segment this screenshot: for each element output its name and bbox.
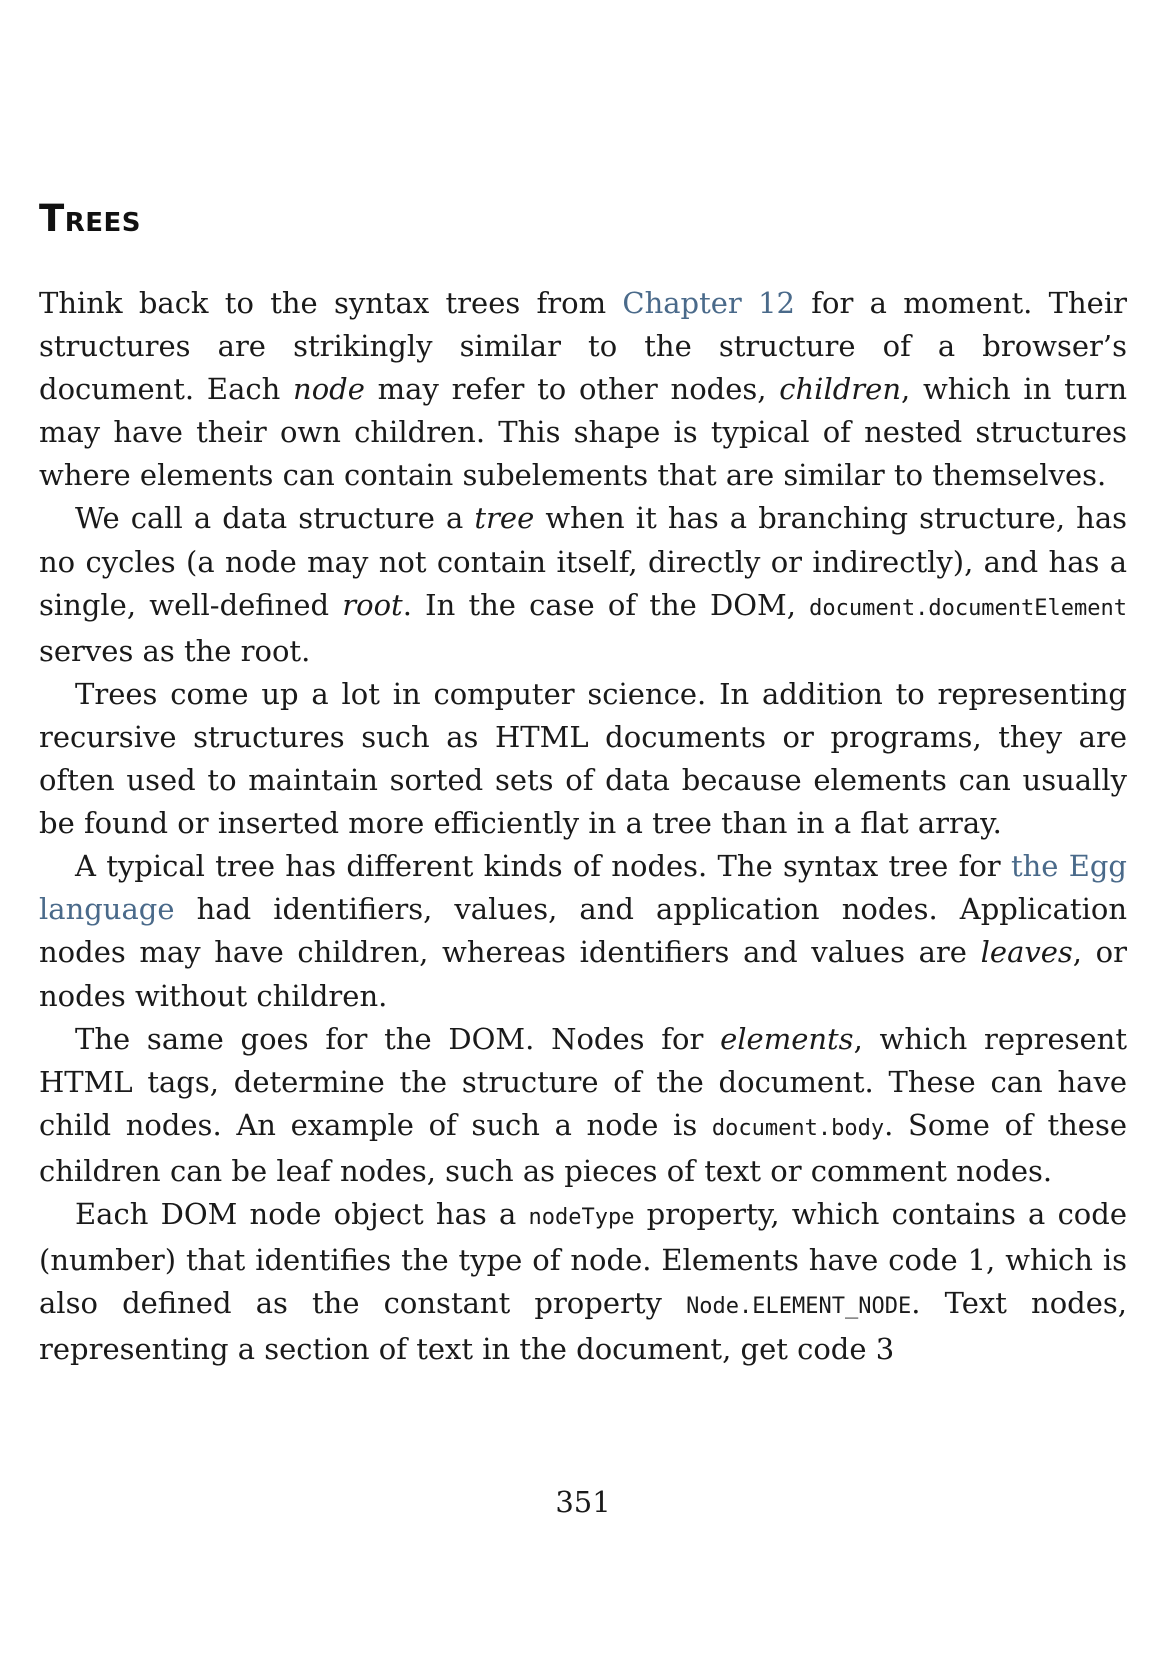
emphasis-term: leaves bbox=[980, 935, 1073, 970]
paragraph-3: Trees come up a lot in computer science.… bbox=[39, 676, 1127, 841]
paragraph-1: Think back to the syntax trees from Chap… bbox=[39, 282, 1127, 497]
page-number: 351 bbox=[555, 1485, 611, 1519]
text-run: Think back to the syntax trees from bbox=[39, 286, 623, 320]
book-page: Trees Think back to the syntax trees fro… bbox=[39, 0, 1127, 1654]
inline-code: document.documentElement bbox=[809, 595, 1128, 621]
section-heading: Trees bbox=[39, 197, 142, 240]
text-run: The same goes for the DOM. Nodes for bbox=[75, 1021, 721, 1056]
emphasis-term: children bbox=[779, 372, 902, 407]
inline-code: nodeType bbox=[528, 1204, 635, 1230]
text-run: . In the case of the DOM, bbox=[402, 587, 810, 622]
emphasis-term: root bbox=[342, 587, 403, 622]
text-run: We call a data structure a bbox=[75, 501, 475, 536]
text-run: A typical tree has different kinds of no… bbox=[75, 849, 1011, 884]
paragraph-6: Each DOM node object has a nodeType prop… bbox=[39, 1193, 1127, 1371]
paragraph-4: A typical tree has different kinds of no… bbox=[39, 845, 1127, 1017]
emphasis-term: tree bbox=[474, 501, 535, 536]
inline-code: Node.ELEMENT_NODE bbox=[686, 1294, 912, 1320]
text-run: serves as the root. bbox=[39, 633, 311, 668]
text-run: Each DOM node object has a bbox=[75, 1196, 529, 1231]
text-run: may refer to other nodes, bbox=[364, 372, 780, 407]
paragraph-5: The same goes for the DOM. Nodes for ele… bbox=[39, 1018, 1127, 1193]
paragraph-2: We call a data structure a tree when it … bbox=[39, 497, 1127, 672]
body-text: Think back to the syntax trees from Chap… bbox=[39, 282, 1127, 1371]
emphasis-term: node bbox=[293, 372, 365, 407]
emphasis-term: elements bbox=[720, 1021, 854, 1056]
text-run: had identifiers, values, and application… bbox=[39, 892, 1127, 970]
inline-code: document.body bbox=[711, 1115, 885, 1141]
chapter-12-link[interactable]: Chapter 12 bbox=[622, 286, 795, 320]
